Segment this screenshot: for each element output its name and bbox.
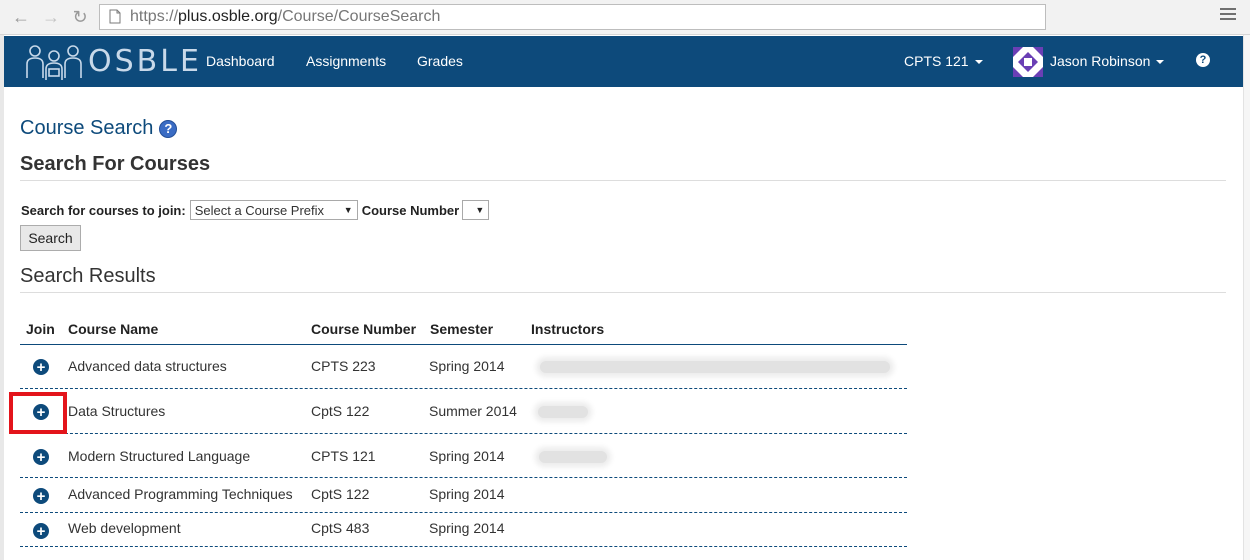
scrollbar-track[interactable]	[1243, 35, 1250, 560]
help-icon[interactable]: ?	[1196, 53, 1210, 67]
nav-assignments[interactable]: Assignments	[306, 53, 386, 69]
back-arrow-icon[interactable]: ←	[10, 6, 32, 28]
instructors-redacted	[538, 406, 588, 418]
dropdown-arrow-icon: ▼	[475, 205, 485, 215]
course-number: CptS 122	[311, 403, 370, 419]
course-name: Advanced data structures	[68, 358, 227, 374]
join-plus-icon[interactable]: +	[33, 359, 49, 375]
results-table: Join Course Name Course Number Semester …	[20, 316, 907, 547]
semester: Spring 2014	[429, 448, 505, 464]
course-number: CPTS 223	[311, 358, 376, 374]
course-name: Data Structures	[68, 403, 166, 419]
logo-text: OSBLE	[88, 44, 202, 79]
instructors-redacted	[539, 451, 607, 463]
nav-dashboard[interactable]: Dashboard	[206, 53, 275, 69]
course-number: CptS 122	[311, 486, 370, 502]
semester: Spring 2014	[429, 520, 505, 536]
join-plus-icon[interactable]: +	[33, 523, 49, 539]
search-form: Search for courses to join: Select a Cou…	[21, 200, 493, 220]
page-title-text: Course Search	[20, 117, 154, 139]
page-title: Course Search ?	[20, 117, 178, 140]
url-scheme: https://	[130, 8, 179, 25]
search-label: Search for courses to join:	[21, 202, 186, 218]
table-header: Join Course Name Course Number Semester …	[20, 316, 907, 345]
course-prefix-value: Select a Course Prefix	[194, 202, 325, 218]
url-host: plus.osble.org	[178, 8, 278, 25]
semester: Spring 2014	[429, 486, 505, 502]
table-row: + Modern Structured Language CPTS 121 Sp…	[20, 434, 907, 478]
course-name: Advanced Programming Techniques	[68, 486, 293, 502]
osble-logo[interactable]: OSBLE	[24, 40, 202, 83]
dropdown-arrow-icon: ▼	[343, 205, 353, 215]
search-button[interactable]: Search	[20, 225, 81, 251]
course-prefix-select[interactable]: Select a Course Prefix ▼	[189, 200, 358, 220]
course-name: Web development	[68, 520, 181, 536]
divider	[20, 292, 1226, 293]
url-path: /Course/CourseSearch	[277, 8, 441, 25]
column-header-join: Join	[26, 321, 55, 337]
course-number: CptS 483	[311, 520, 370, 536]
chevron-down-icon	[1156, 60, 1165, 65]
column-header-semester: Semester	[430, 321, 494, 337]
browser-toolbar: ← → ↻ https://plus.osble.org/Course/Cour…	[0, 0, 1250, 35]
semester: Spring 2014	[429, 358, 505, 374]
instructors-redacted	[540, 361, 890, 373]
browser-menu-icon[interactable]	[1220, 8, 1236, 26]
course-menu-label: CPTS 121	[904, 53, 969, 69]
column-header-course-name: Course Name	[68, 321, 159, 337]
nav-grades[interactable]: Grades	[417, 53, 463, 69]
course-number-label: Course Number	[361, 202, 460, 218]
table-row: + Advanced data structures CPTS 223 Spri…	[20, 345, 907, 389]
course-menu-dropdown[interactable]: CPTS 121	[904, 53, 983, 69]
highlight-box	[9, 392, 67, 434]
course-number-select[interactable]: ▼	[462, 200, 490, 220]
avatar[interactable]	[1013, 47, 1043, 77]
join-plus-icon[interactable]: +	[33, 449, 49, 465]
chevron-down-icon	[974, 60, 983, 65]
user-menu-dropdown[interactable]: Jason Robinson	[1050, 53, 1165, 69]
course-number: CPTS 121	[311, 448, 376, 464]
results-heading: Search Results	[20, 265, 156, 287]
table-row: + Data Structures CptS 122 Summer 2014	[20, 389, 907, 434]
page-icon	[109, 9, 123, 25]
user-menu-label: Jason Robinson	[1050, 53, 1151, 69]
divider	[20, 180, 1226, 181]
search-heading: Search For Courses	[20, 153, 211, 175]
semester: Summer 2014	[429, 403, 517, 419]
forward-arrow-icon[interactable]: →	[40, 6, 62, 28]
window-edge-left	[0, 35, 4, 560]
column-header-course-number: Course Number	[311, 321, 417, 337]
table-row: + Web development CptS 483 Spring 2014	[20, 513, 907, 547]
logo-people-icon	[26, 44, 82, 80]
address-bar[interactable]: https://plus.osble.org/Course/CourseSear…	[99, 4, 1046, 30]
top-navbar: OSBLE Dashboard Assignments Grades CPTS …	[4, 36, 1243, 87]
url-text: https://plus.osble.org/Course/CourseSear…	[130, 8, 440, 26]
column-header-instructors: Instructors	[531, 321, 605, 337]
question-mark-icon[interactable]: ?	[159, 119, 178, 138]
course-name: Modern Structured Language	[68, 448, 251, 464]
join-plus-icon[interactable]: +	[33, 488, 49, 504]
reload-icon[interactable]: ↻	[69, 6, 91, 28]
table-row: + Advanced Programming Techniques CptS 1…	[20, 478, 907, 513]
